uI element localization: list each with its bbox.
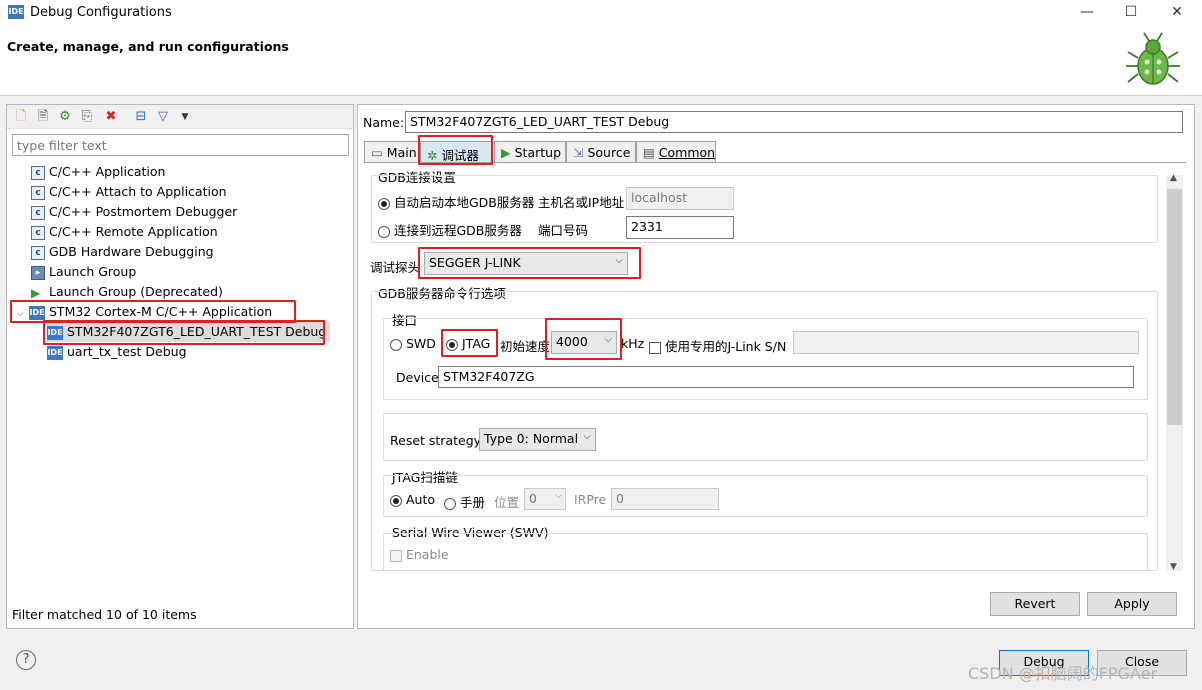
left-toolbar: 🗋 🗎 ⚙ ⎘ ✖ ⊟ ▽ ▼ [7, 105, 353, 129]
title-bar: IDE Debug Configurations — ☐ ✕ [0, 0, 1202, 26]
probe-label: 调试探头 [370, 260, 421, 275]
tab-source[interactable]: ⇲ Source [566, 141, 636, 163]
dialog-header: Create, manage, and run configurations [0, 26, 1202, 96]
bug-icon [1126, 32, 1180, 85]
tree-item-launch-group-deprecated[interactable]: ▶ Launch Group (Deprecated) [31, 282, 223, 302]
swv-group [383, 533, 1148, 571]
tree-item-cpp-postmortem[interactable]: c C/C++ Postmortem Debugger [31, 202, 237, 222]
apply-button[interactable]: Apply [1087, 592, 1177, 616]
filter-icon[interactable]: ▽ [155, 109, 171, 125]
duplicate-icon[interactable]: ⎘ [79, 109, 95, 125]
sn-input[interactable] [793, 331, 1139, 354]
highlight-box [418, 247, 641, 279]
close-window-button[interactable]: ✕ [1154, 0, 1200, 26]
filter-input[interactable] [12, 134, 349, 156]
swv-enable-checkbox[interactable]: Enable [390, 547, 449, 562]
tree-item-uart-tx-test[interactable]: IDE uart_tx_test Debug [47, 342, 187, 362]
tab-common[interactable]: ▤ Common [636, 141, 716, 163]
chevron-down-icon: ⌵ [555, 491, 562, 501]
chevron-down-icon[interactable]: ▼ [1170, 562, 1177, 572]
highlight-box [43, 320, 325, 345]
speed-label: 初始速度 [500, 339, 551, 354]
checkbox[interactable] [390, 549, 402, 562]
configuration-editor-panel: Name: STM32F407ZGT6_LED_UART_TEST Debug … [357, 104, 1195, 629]
device-input[interactable]: STM32F407ZG [438, 366, 1134, 388]
position-stepper[interactable]: 0 ⌵ [524, 488, 566, 510]
highlight-box [418, 135, 493, 165]
window-title: Debug Configurations [30, 5, 172, 20]
main-tab-icon: ▭ [371, 145, 383, 160]
header-title: Create, manage, and run configurations [7, 39, 289, 54]
export-icon[interactable]: ⚙ [57, 109, 73, 125]
tree-item-cpp-application[interactable]: c C/C++ Application [31, 162, 165, 182]
remote-gdb-radio[interactable]: 连接到远程GDB服务器 [378, 220, 522, 239]
manual-radio[interactable]: 手册 [444, 492, 485, 511]
host-label: 主机名或IP地址 [538, 195, 625, 210]
speed-unit: kHz [621, 336, 645, 351]
local-gdb-radio[interactable]: 自动启动本地GDB服务器 [378, 192, 534, 211]
c-icon: c [31, 185, 45, 200]
irpre-label: IRPre [574, 492, 607, 507]
sn-checkbox[interactable]: 使用专用的J-Link S/N [649, 336, 786, 355]
name-input[interactable]: STM32F407ZGT6_LED_UART_TEST Debug [405, 111, 1183, 133]
common-tab-icon: ▤ [643, 145, 655, 160]
highlight-box [545, 318, 622, 360]
auto-radio[interactable]: Auto [390, 492, 435, 507]
view-menu-icon[interactable]: ▼ [177, 109, 193, 125]
scrollbar-thumb[interactable] [1167, 189, 1182, 425]
reset-strategy-select[interactable]: Type 0: Normal ⌵ [479, 428, 596, 451]
radio-button[interactable] [390, 494, 402, 507]
radio-button[interactable] [444, 497, 456, 510]
port-label: 端口号码 [538, 223, 589, 238]
new-configuration-icon[interactable]: 🗋 [13, 109, 29, 125]
position-label: 位置 [494, 495, 520, 510]
highlight-box [441, 329, 498, 357]
c-icon: c [31, 225, 45, 240]
revert-button[interactable]: Revert [990, 592, 1080, 616]
port-input[interactable]: 2331 [626, 216, 734, 239]
tree-item-cpp-attach[interactable]: c C/C++ Attach to Application [31, 182, 227, 202]
tab-main[interactable]: ▭ Main [364, 141, 420, 163]
device-label: Device [396, 370, 439, 385]
filter-status: Filter matched 10 of 10 items [12, 607, 197, 622]
radio-button[interactable] [390, 338, 402, 351]
maximize-button[interactable]: ☐ [1108, 0, 1154, 26]
delete-icon[interactable]: ✖ [103, 109, 119, 125]
chevron-down-icon: ⌵ [583, 431, 591, 442]
ide-icon: IDE [47, 345, 63, 360]
app-icon: IDE [8, 5, 24, 19]
radio-button[interactable] [378, 225, 390, 238]
minimize-button[interactable]: — [1064, 0, 1110, 26]
collapse-all-icon[interactable]: ⊟ [133, 109, 149, 125]
checkbox[interactable] [649, 341, 661, 354]
launch-group-icon: ▸ [31, 265, 45, 280]
tree-item-gdb-hardware[interactable]: c GDB Hardware Debugging [31, 242, 214, 262]
c-icon: c [31, 165, 45, 180]
swd-radio[interactable]: SWD [390, 336, 436, 351]
tab-startup[interactable]: ▶ Startup [494, 141, 566, 163]
reset-strategy-label: Reset strategy [390, 433, 482, 448]
csdn-watermark: CSDN @扣脑阔的FPGAer [968, 664, 1158, 683]
radio-button[interactable] [378, 197, 390, 210]
c-icon: c [31, 245, 45, 260]
source-tab-icon: ⇲ [573, 145, 584, 160]
play-icon: ▶ [501, 145, 511, 160]
irpre-input[interactable]: 0 [611, 488, 719, 510]
host-input[interactable]: localhost [626, 187, 734, 210]
name-label: Name: [363, 115, 405, 130]
tree-item-cpp-remote[interactable]: c C/C++ Remote Application [31, 222, 218, 242]
tree-item-launch-group[interactable]: ▸ Launch Group [31, 262, 136, 282]
new-prototype-icon[interactable]: 🗎 [35, 109, 51, 125]
help-icon[interactable]: ? [16, 650, 36, 670]
configuration-list-panel: 🗋 🗎 ⚙ ⎘ ✖ ⊟ ▽ ▼ cC/C++ Application cC/C+… [6, 104, 354, 629]
c-icon: c [31, 205, 45, 220]
chevron-up-icon[interactable]: ▲ [1170, 173, 1177, 183]
